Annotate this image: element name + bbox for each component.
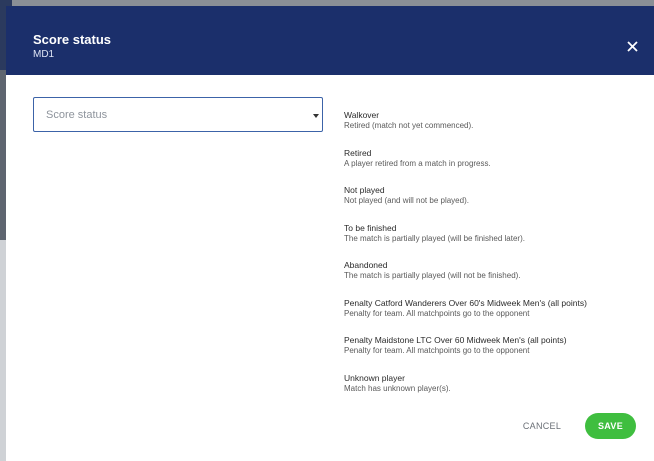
option-penalty-catford[interactable]: Penalty Catford Wanderers Over 60's Midw… [344,298,644,336]
score-status-select[interactable]: Score status [33,97,323,132]
option-description: Match has unknown player(s). [344,383,451,393]
option-abandoned[interactable]: Abandoned The match is partially played … [344,260,644,298]
option-description: Not played (and will not be played). [344,196,469,205]
option-name: Walkover [344,110,380,120]
option-to-be-finished[interactable]: To be finished The match is partially pl… [344,223,644,261]
option-description: Retired (match not yet commenced). [344,121,474,130]
option-not-played[interactable]: Not played Not played (and will not be p… [344,185,644,223]
save-button[interactable]: SAVE [585,413,636,439]
option-description: The match is partially played (will be f… [344,233,525,243]
option-retired[interactable]: Retired A player retired from a match in… [344,148,644,186]
dialog-subtitle: MD1 [33,49,55,60]
option-name: Penalty Maidstone LTC Over 60 Midweek Me… [344,335,567,345]
option-description: The match is partially played (will not … [344,271,521,280]
option-name: Unknown player [344,372,405,383]
option-penalty-maidstone[interactable]: Penalty Maidstone LTC Over 60 Midweek Me… [344,335,644,373]
option-name: Abandoned [344,260,388,270]
dialog-title: Score status [33,32,112,47]
option-description: Penalty for team. All matchpoints go to … [344,346,530,355]
option-name: To be finished [344,222,397,233]
score-status-dialog: Score status MD1 Score status Walkover R… [6,6,654,461]
dialog-header: Score status MD1 [6,6,654,75]
option-description: A player retired from a match in progres… [344,158,491,168]
select-placeholder: Score status [46,109,108,121]
option-name: Not played [344,185,385,195]
option-unknown-player[interactable]: Unknown player Match has unknown player(… [344,373,644,411]
option-description: Penalty for team. All matchpoints go to … [344,308,530,318]
option-name: Retired [344,147,372,158]
option-walkover[interactable]: Walkover Retired (match not yet commence… [344,110,644,148]
cancel-button[interactable]: CANCEL [512,413,572,439]
close-button[interactable] [620,34,644,58]
score-status-options: Walkover Retired (match not yet commence… [344,110,644,410]
dropdown-arrow-icon [313,114,319,118]
option-name: Penalty Catford Wanderers Over 60's Midw… [344,297,587,308]
close-icon [626,40,638,52]
